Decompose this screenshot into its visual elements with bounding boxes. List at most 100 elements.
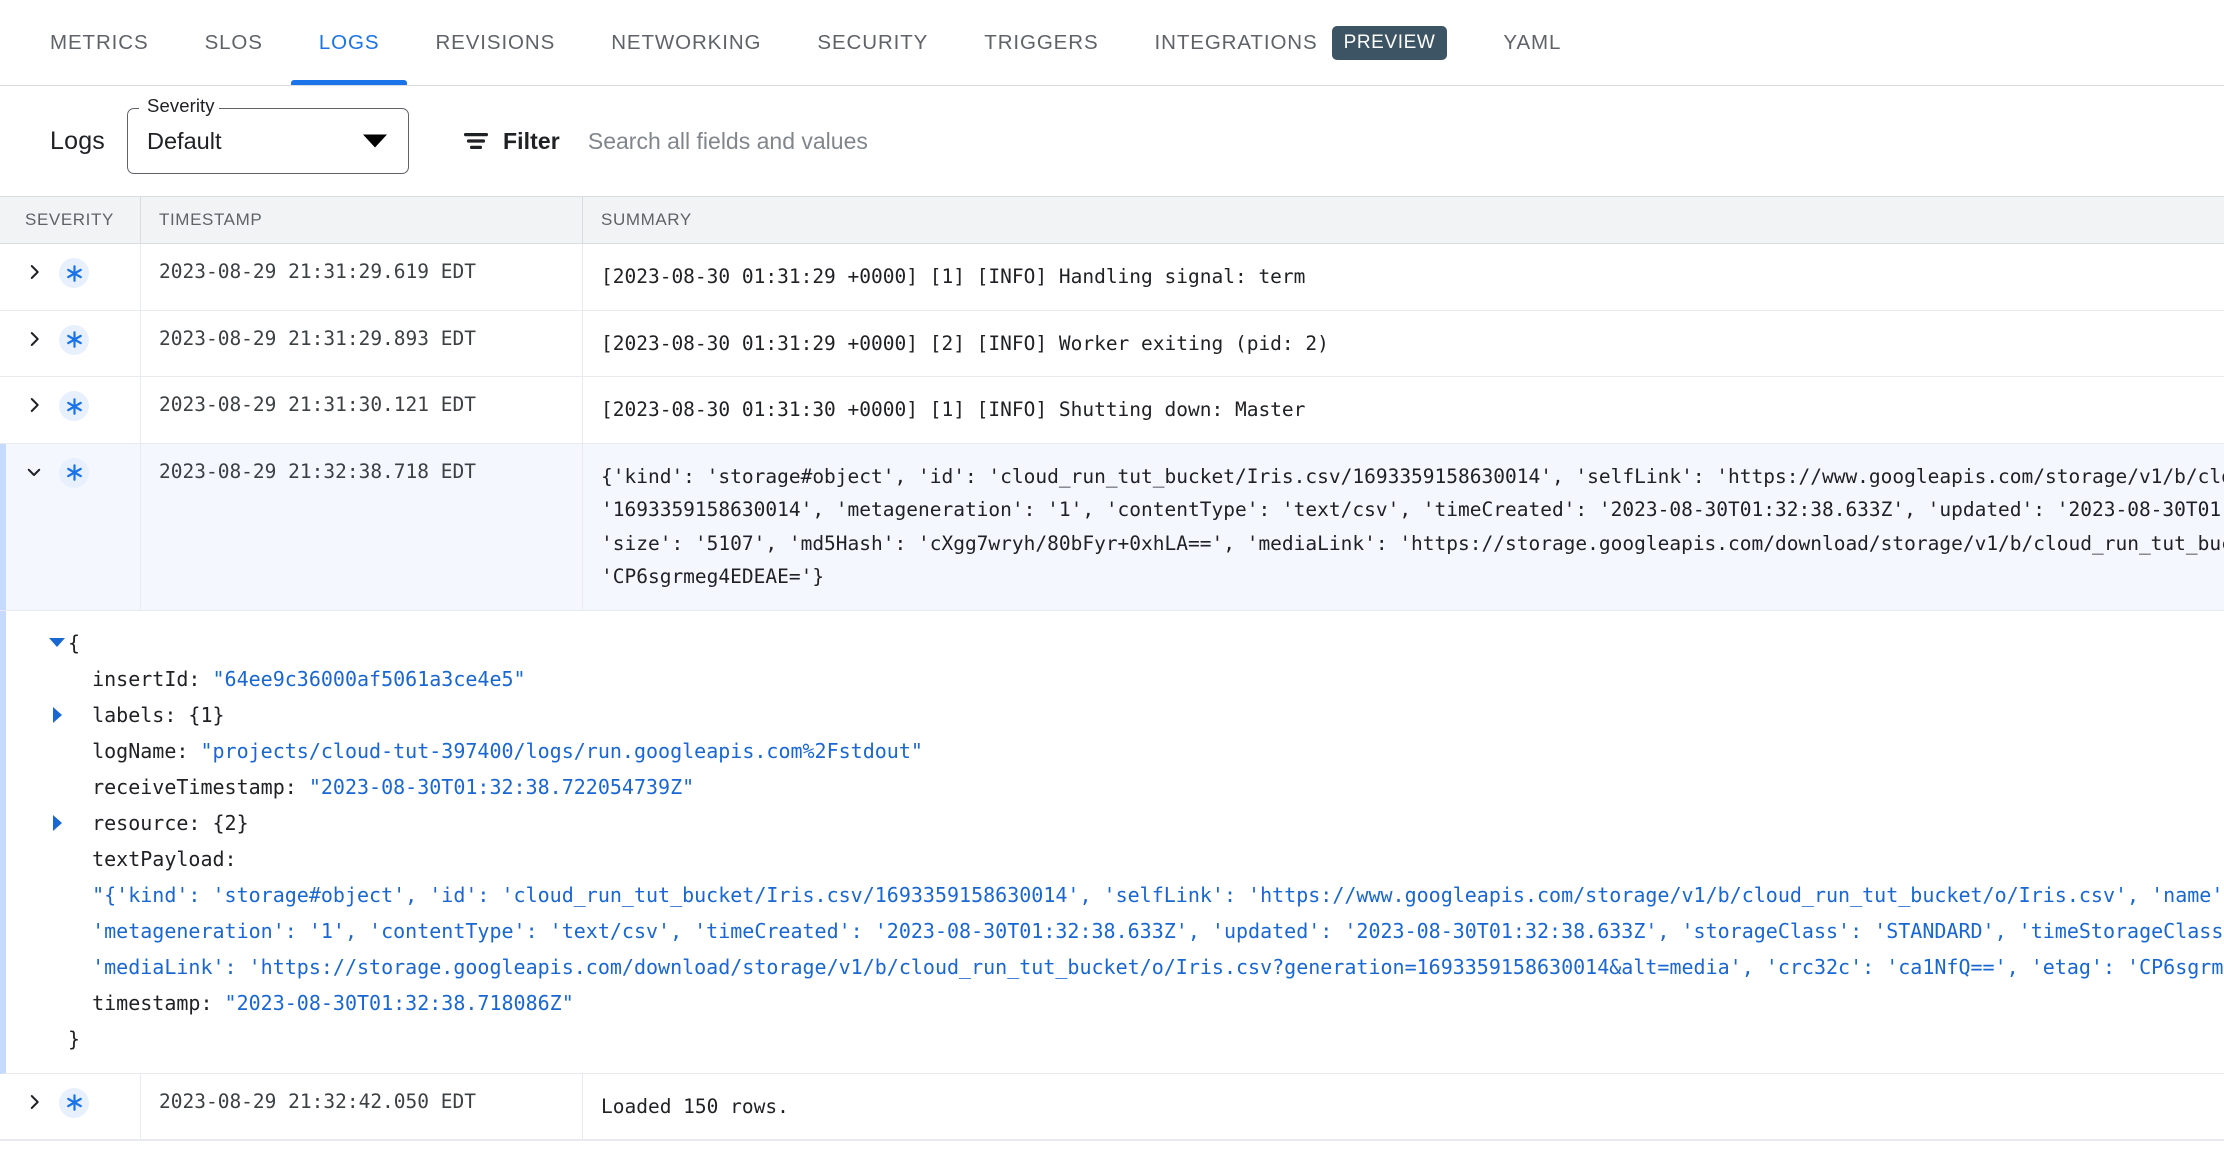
json-toggle-placeholder <box>46 841 68 877</box>
column-header-timestamp[interactable]: TIMESTAMP <box>140 197 582 243</box>
filter-icon <box>464 133 489 149</box>
table-row[interactable]: 2023-08-29 21:31:29.893 EDT [2023-08-30 0… <box>0 310 2224 377</box>
json-key: textPayload: <box>92 846 237 871</box>
tab-label: INTEGRATIONS <box>1154 30 1318 54</box>
json-expand-triangle-icon[interactable] <box>46 805 68 841</box>
json-toggle-placeholder <box>46 769 68 805</box>
filter-button[interactable]: Filter <box>463 128 560 155</box>
column-header-severity[interactable]: SEVERITY <box>0 197 140 243</box>
json-toggle-placeholder <box>46 733 68 769</box>
json-key: labels: {1} <box>92 702 225 727</box>
cell-severity <box>0 443 140 610</box>
json-value: "2023-08-30T01:32:38.722054739Z" <box>308 774 695 799</box>
cell-summary: [2023-08-30 01:31:29 +0000] [1] [INFO] H… <box>582 244 2224 310</box>
tab-label: NETWORKING <box>611 30 762 54</box>
tab-slos[interactable]: SLOS <box>177 0 291 85</box>
cell-timestamp: 2023-08-29 21:32:42.050 EDT <box>140 1073 582 1139</box>
column-header-summary[interactable]: SUMMARY <box>582 197 2224 243</box>
info-asterisk-icon <box>66 331 82 348</box>
cell-severity <box>0 244 140 310</box>
chevron-right-icon[interactable] <box>25 261 43 283</box>
json-toggle-placeholder <box>46 661 68 697</box>
severity-select[interactable]: Severity Default <box>127 95 410 174</box>
severity-select-value: Default <box>147 127 222 154</box>
chevron-right-icon[interactable] <box>25 328 43 350</box>
table-row[interactable]: 2023-08-29 21:31:30.121 EDT [2023-08-30 0… <box>0 377 2224 444</box>
tab-yaml[interactable]: YAML <box>1475 0 1589 85</box>
json-toggle-placeholder <box>46 949 68 985</box>
logs-table-body: 2023-08-29 21:31:29.619 EDT [2023-08-30 0… <box>0 244 2224 1140</box>
info-asterisk-icon <box>66 464 82 481</box>
chevron-down-icon[interactable] <box>25 461 43 483</box>
json-toggle-placeholder <box>46 1021 68 1057</box>
json-line: timestamp: "2023-08-30T01:32:38.718086Z" <box>6 985 2224 1021</box>
chevron-down-icon[interactable] <box>363 134 388 148</box>
json-expand-triangle-icon[interactable] <box>46 697 68 733</box>
summary-line: 'CP6sgrmeg4EDEAE='} <box>601 565 825 588</box>
table-row[interactable]: 2023-08-29 21:31:29.619 EDT [2023-08-30 0… <box>0 244 2224 311</box>
table-row[interactable]: 2023-08-29 21:32:42.050 EDT Loaded 150 ro… <box>0 1073 2224 1140</box>
preview-badge: PREVIEW <box>1331 25 1448 60</box>
json-key: logName: <box>92 738 201 763</box>
search-input[interactable]: Search all fields and values <box>588 128 2224 155</box>
severity-select-label: Severity <box>143 95 219 117</box>
triangle-down-icon <box>49 638 65 647</box>
json-line: 'mediaLink': 'https://storage.googleapis… <box>6 949 2224 985</box>
json-line: textPayload: <box>6 841 2224 877</box>
json-line: { <box>6 625 2224 661</box>
cell-timestamp: 2023-08-29 21:31:30.121 EDT <box>140 377 582 443</box>
summary-line: {'kind': 'storage#object', 'id': 'cloud_… <box>601 464 2224 488</box>
tab-label: SLOS <box>204 30 263 54</box>
tab-integrations[interactable]: INTEGRATIONS PREVIEW <box>1127 0 1476 85</box>
tab-networking[interactable]: NETWORKING <box>583 0 789 85</box>
tab-security[interactable]: SECURITY <box>789 0 956 85</box>
tab-triggers[interactable]: TRIGGERS <box>956 0 1126 85</box>
page-title: Logs <box>50 126 106 155</box>
section-tabbar: METRICS SLOS LOGS REVISIONS NETWORKING SECURI… <box>0 0 2224 86</box>
cell-severity <box>0 377 140 443</box>
json-key: insertId: <box>92 666 213 691</box>
info-asterisk-icon <box>66 264 82 282</box>
summary-line: '1693359158630014', 'metageneration': '1… <box>601 498 2224 521</box>
triangle-right-icon <box>52 706 62 723</box>
tab-logs[interactable]: LOGS <box>290 0 408 85</box>
summary-line: [2023-08-30 01:31:29 +0000] [1] [INFO] H… <box>601 265 1306 288</box>
logs-toolbar: Logs Severity Default Filter Search all … <box>0 86 2224 196</box>
json-toggle-placeholder <box>46 913 68 949</box>
json-key: resource: {2} <box>92 810 249 835</box>
tab-metrics[interactable]: METRICS <box>22 0 177 85</box>
chevron-right-icon[interactable] <box>25 1091 43 1113</box>
cell-summary: Loaded 150 rows. <box>582 1073 2224 1139</box>
json-value: "{'kind': 'storage#object', 'id': 'cloud… <box>92 882 2224 907</box>
json-value: 'metageneration': '1', 'contentType': 't… <box>92 918 2224 943</box>
cell-summary: [2023-08-30 01:31:30 +0000] [1] [INFO] S… <box>582 377 2224 443</box>
table-row[interactable]: 2023-08-29 21:32:38.718 EDT {'kind': 'sto… <box>0 443 2224 611</box>
cell-timestamp: 2023-08-29 21:32:38.718 EDT <box>140 443 582 610</box>
cell-timestamp: 2023-08-29 21:31:29.893 EDT <box>140 310 582 376</box>
tab-label: SECURITY <box>817 30 929 54</box>
json-line: logName: "projects/cloud-tut-397400/logs… <box>6 733 2224 769</box>
info-asterisk-icon <box>66 1094 82 1111</box>
json-line: "{'kind': 'storage#object', 'id': 'cloud… <box>6 877 2224 913</box>
info-asterisk-icon <box>66 397 82 415</box>
json-key: } <box>68 1026 81 1051</box>
summary-line: [2023-08-30 01:31:29 +0000] [2] [INFO] W… <box>601 331 1329 355</box>
severity-badge <box>59 391 89 421</box>
json-key: { <box>68 630 81 655</box>
tab-revisions[interactable]: REVISIONS <box>407 0 583 85</box>
chevron-right-icon[interactable] <box>25 394 43 416</box>
severity-badge <box>59 457 89 488</box>
log-entry-json-detail: { insertId: "64ee9c36000af5061a3ce4e5" l… <box>0 610 2224 1074</box>
filter-button-label: Filter <box>503 127 560 154</box>
tab-label: TRIGGERS <box>984 30 1099 54</box>
tab-label: LOGS <box>318 30 380 54</box>
severity-badge <box>59 1087 89 1118</box>
json-value: 'mediaLink': 'https://storage.googleapis… <box>92 954 2224 979</box>
json-collapse-triangle-icon[interactable] <box>46 625 68 661</box>
